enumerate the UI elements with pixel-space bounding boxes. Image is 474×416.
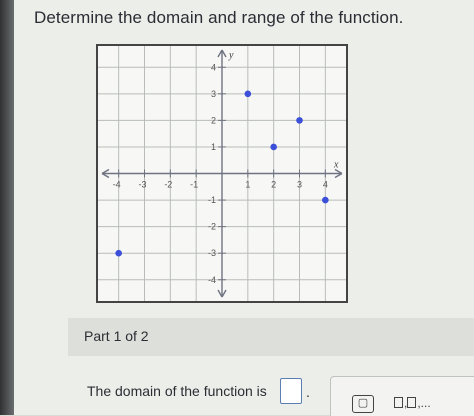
list-slot-icon <box>394 397 403 408</box>
list-ellipsis: ,... <box>417 396 431 410</box>
x-tick-label: -3 <box>138 180 146 190</box>
x-tick-label: 2 <box>271 180 276 190</box>
y-tick-label: 4 <box>211 62 216 72</box>
y-tick-label: -3 <box>208 248 216 258</box>
data-point <box>322 196 329 204</box>
question-text: Determine the domain and range of the fu… <box>34 8 404 27</box>
y-tick-label: -2 <box>208 222 216 232</box>
part-label: Part 1 of 2 <box>84 328 149 344</box>
y-tick-label: 1 <box>211 142 216 152</box>
graph-svg: -4 -3 -2 -1 1 2 3 4 4 3 2 1 -1 -2 -3 -4 x y <box>98 46 346 301</box>
x-tick-label: 1 <box>245 180 250 190</box>
y-tick-label: 3 <box>211 89 216 99</box>
data-point <box>270 143 277 151</box>
x-tick-label: -4 <box>113 180 121 190</box>
x-axis-label: x <box>333 160 339 171</box>
x-tick-label: -2 <box>164 180 172 190</box>
prompt-period: . <box>306 384 310 400</box>
list-button[interactable]: ,,... <box>394 396 431 410</box>
domain-answer-input[interactable] <box>280 378 302 404</box>
window-edge <box>0 0 14 415</box>
data-point <box>296 117 303 124</box>
y-tick-label: -1 <box>208 195 216 205</box>
data-point <box>244 90 252 98</box>
coordinate-graph: -4 -3 -2 -1 1 2 3 4 4 3 2 1 -1 -2 -3 -4 x y <box>96 44 348 303</box>
y-axis-label: y <box>228 50 234 61</box>
set-braces-button[interactable]: ▢ <box>352 395 374 413</box>
data-point <box>115 249 122 257</box>
x-tick-label: -1 <box>190 180 198 190</box>
x-tick-label: 4 <box>323 180 328 190</box>
x-tick-label: 3 <box>297 180 302 190</box>
y-tick-label: -4 <box>208 275 216 285</box>
y-tick-label: 2 <box>211 115 216 125</box>
list-slot-icon <box>407 397 417 408</box>
domain-prompt: The domain of the function is <box>87 383 267 399</box>
